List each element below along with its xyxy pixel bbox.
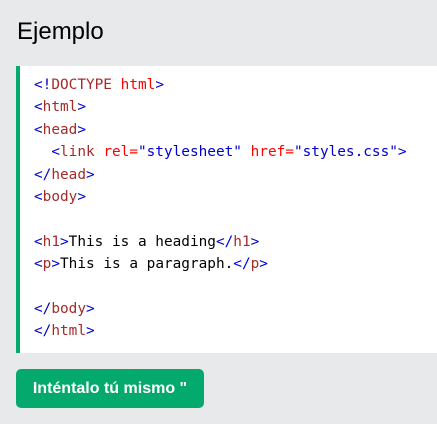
code-example-box: <!DOCTYPE html> <html> <head> <link rel="s…	[16, 66, 437, 353]
tag-name-token: head	[51, 166, 86, 183]
code-line: <link rel="stylesheet" href="styles.css"…	[34, 141, 437, 163]
tag-name-token: head	[42, 121, 78, 138]
tag-bracket-token: >	[397, 144, 407, 161]
code-line: <html>	[34, 96, 437, 118]
tag-bracket-token: >	[77, 99, 86, 116]
tag-bracket-token: <	[51, 144, 60, 161]
tag-bracket-token: >	[77, 188, 86, 205]
tag-name-token: link	[60, 144, 95, 161]
tag-name-token: p	[250, 256, 260, 273]
tag-name-token: h1	[42, 233, 60, 250]
tag-bracket-token: <	[34, 121, 43, 138]
tag-name-token: DOCTYPE	[51, 77, 112, 93]
text-token: This is a heading	[68, 233, 216, 250]
code-line: </html>	[34, 320, 437, 342]
tag-bracket-token: >	[51, 256, 61, 273]
tag-bracket-token: <!	[34, 77, 52, 93]
tag-bracket-token: </	[34, 323, 52, 340]
tag-bracket-token: </	[34, 166, 52, 183]
tag-bracket-token: >	[85, 300, 95, 317]
code-line: <h1>This is a heading</h1>	[34, 231, 437, 253]
tag-name-token: html	[51, 323, 86, 340]
tag-name-token: body	[51, 300, 86, 317]
tag-bracket-token: <	[34, 188, 43, 205]
code-line: <head>	[34, 119, 437, 141]
attribute-value-token: "stylesheet"	[137, 144, 242, 161]
code-line: </head>	[34, 164, 437, 186]
tag-bracket-token: >	[155, 77, 164, 93]
code-line: </body>	[34, 298, 437, 320]
code-line: <body>	[34, 186, 437, 208]
code-line: <p>This is a paragraph.</p>	[34, 253, 437, 275]
tag-bracket-token: >	[85, 323, 95, 340]
tag-bracket-token: </	[233, 256, 251, 273]
tag-bracket-token: <	[34, 99, 43, 116]
tag-name-token: body	[42, 188, 78, 205]
tag-name-token: html	[42, 99, 78, 116]
tag-bracket-token: <	[34, 256, 43, 273]
attribute-name-token: rel=	[103, 144, 138, 161]
tag-name-token: h1	[233, 233, 251, 250]
tag-bracket-token: >	[259, 256, 268, 273]
tag-bracket-token: >	[250, 233, 260, 250]
text-token: This is a paragraph.	[60, 256, 234, 273]
code-line: <!DOCTYPE html>	[34, 74, 437, 96]
tag-bracket-token: <	[34, 233, 43, 250]
attribute-name-token: html	[120, 77, 156, 93]
tag-bracket-token: >	[85, 166, 95, 183]
try-it-yourself-button[interactable]: Inténtalo tú mismo "	[16, 369, 204, 408]
attribute-name-token: href=	[250, 144, 294, 161]
tag-bracket-token: </	[215, 233, 234, 250]
tag-bracket-token: >	[77, 121, 86, 138]
attribute-value-token: "styles.css"	[293, 144, 398, 161]
example-title: Ejemplo	[17, 18, 104, 45]
tag-bracket-token: >	[60, 233, 69, 250]
tag-bracket-token: </	[34, 300, 52, 317]
